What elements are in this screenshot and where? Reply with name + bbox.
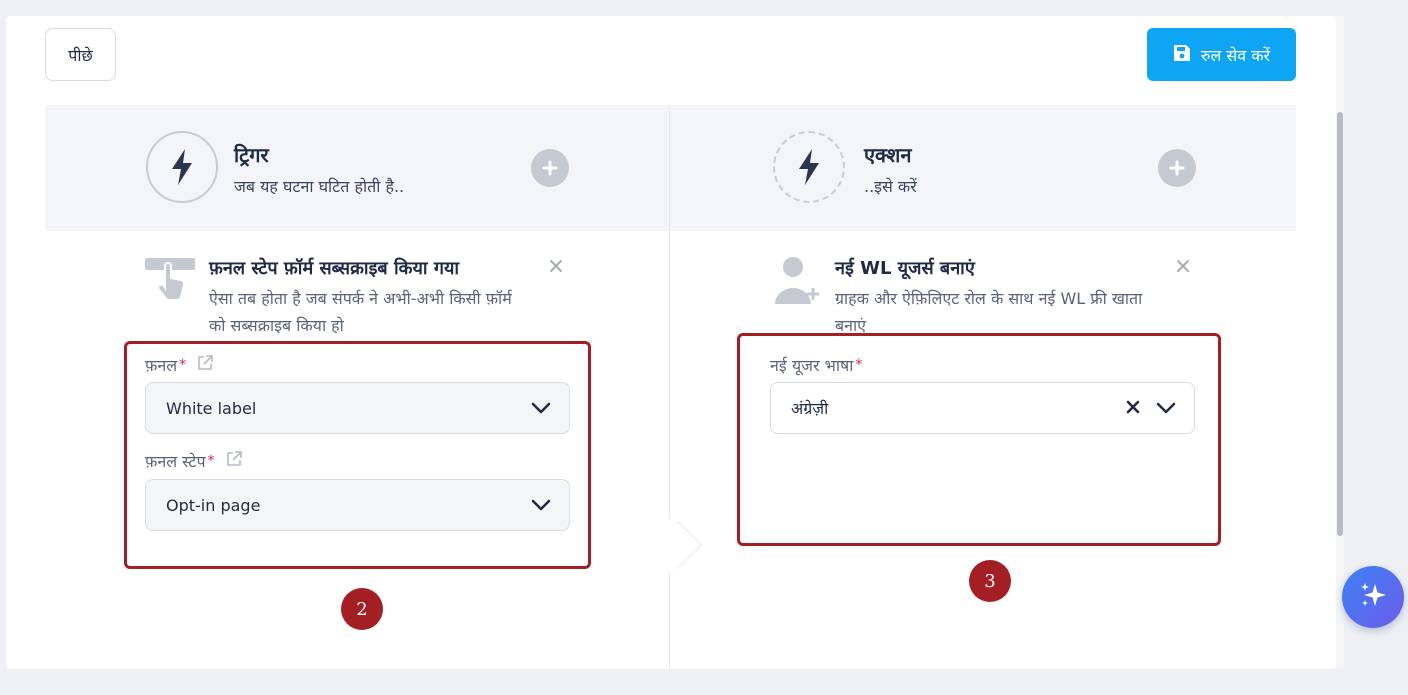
save-rule-label: रुल सेव करें <box>1200 45 1271 65</box>
annotation-number-3: 3 <box>969 560 1011 602</box>
add-action-plus-icon[interactable] <box>1158 149 1196 187</box>
remove-trigger-close-icon[interactable] <box>549 254 563 278</box>
action-item-description: ग्राहक और ऐफ़िलिएट रोल के साथ नई WL फ्री… <box>835 289 1143 335</box>
annotation-box-action-fields <box>737 333 1221 546</box>
ai-assistant-button[interactable] <box>1342 566 1404 628</box>
trigger-title: ट्रिगर <box>234 143 269 167</box>
scrollbar-thumb[interactable] <box>1337 112 1343 536</box>
trigger-item-description: ऐसा तब होता है जब संपर्क ने अभी-अभी किसी… <box>209 289 512 335</box>
user-add-icon <box>773 256 821 310</box>
save-rule-button[interactable]: रुल सेव करें <box>1147 28 1296 81</box>
trigger-subtitle: जब यह घटना घटित होती है.. <box>234 177 405 196</box>
sparkle-icon <box>1358 580 1388 614</box>
pointer-hand-icon <box>145 256 197 308</box>
save-icon <box>1173 44 1191 66</box>
back-button[interactable]: पीछे <box>45 28 116 81</box>
scrollbar[interactable] <box>1336 16 1344 669</box>
back-button-label: पीछे <box>68 45 93 65</box>
action-subtitle: ..इसे करें <box>864 177 917 196</box>
workflow-header <box>45 105 1296 231</box>
action-item-title: नई WL यूजर्स बनाएं <box>835 258 975 279</box>
remove-action-close-icon[interactable] <box>1176 254 1190 278</box>
annotation-number-2: 2 <box>341 588 383 630</box>
action-bolt-icon <box>773 131 845 203</box>
trigger-bolt-icon <box>146 131 218 203</box>
action-title: एक्शन <box>864 143 912 167</box>
trigger-item-title: फ़नल स्टेप फ़ॉर्म सब्सक्राइब किया गया <box>209 258 460 279</box>
annotation-box-trigger-fields <box>124 341 591 569</box>
column-divider <box>669 105 670 669</box>
add-trigger-plus-icon[interactable] <box>531 149 569 187</box>
